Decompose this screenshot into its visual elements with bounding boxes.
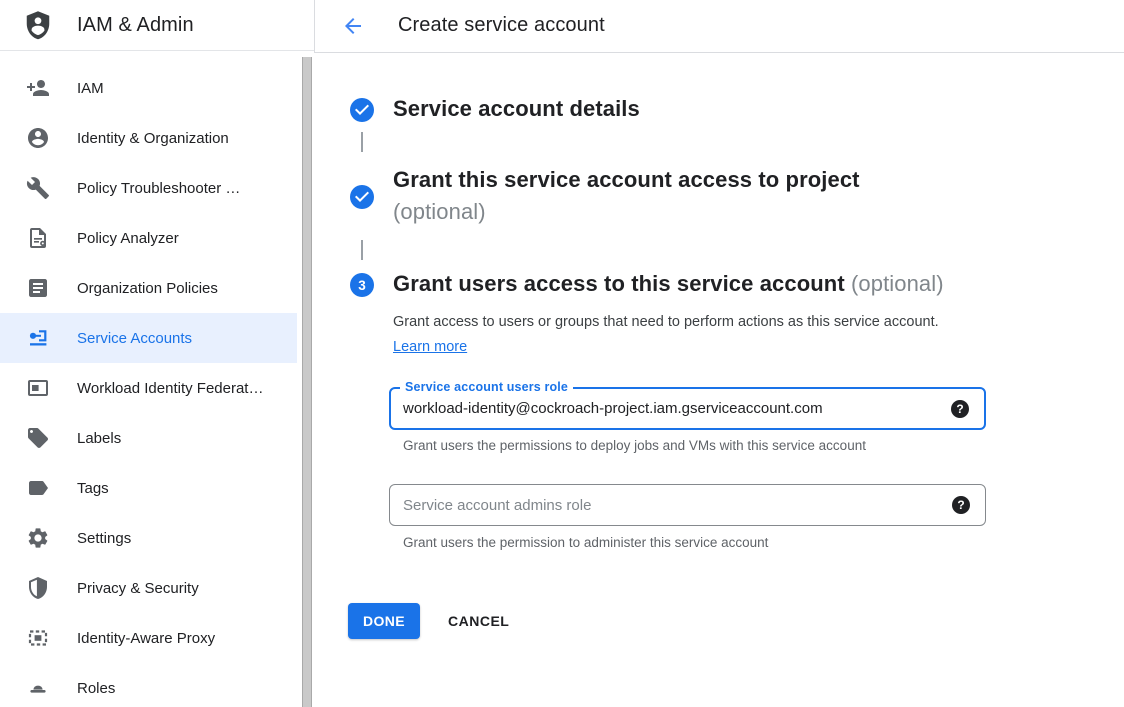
- learn-more-link[interactable]: Learn more: [393, 339, 467, 355]
- admins-role-input[interactable]: [390, 485, 985, 525]
- sidebar-header: IAM & Admin: [0, 0, 314, 51]
- sidebar-item-roles[interactable]: Roles: [0, 663, 297, 707]
- sidebar: IAM & Admin IAM Identity & Organization …: [0, 0, 314, 707]
- sidebar-item-label: Service Accounts: [77, 330, 192, 347]
- arrow-back-icon: [341, 14, 365, 38]
- admins-role-field: ?: [389, 484, 986, 526]
- main-content: Create service account Service account d…: [315, 0, 1124, 707]
- back-button[interactable]: [340, 13, 366, 39]
- description-text: Grant access to users or groups that nee…: [393, 314, 939, 330]
- sidebar-item-iam[interactable]: IAM: [0, 63, 297, 113]
- step-2-check-icon: [350, 185, 374, 209]
- sidebar-scrollbar-thumb[interactable]: [302, 57, 312, 707]
- article-icon: [26, 276, 50, 300]
- step-3-title-text: Grant users access to this service accou…: [393, 271, 845, 296]
- sidebar-item-workload-identity-federation[interactable]: Workload Identity Federat…: [0, 363, 297, 413]
- sidebar-item-label: Privacy & Security: [77, 580, 199, 597]
- sidebar-item-policy-analyzer[interactable]: Policy Analyzer: [0, 213, 297, 263]
- account-circle-icon: [26, 126, 50, 150]
- sidebar-item-label: Settings: [77, 530, 131, 547]
- users-role-input[interactable]: [391, 389, 984, 428]
- sidebar-item-label: Identity & Organization: [77, 130, 229, 147]
- sidebar-item-identity-organization[interactable]: Identity & Organization: [0, 113, 297, 163]
- admins-role-helper-text: Grant users the permission to administer…: [403, 535, 768, 550]
- step-connector: [361, 132, 363, 152]
- users-role-helper-text: Grant users the permissions to deploy jo…: [403, 438, 866, 453]
- tag-arrow-icon: [26, 476, 50, 500]
- step-2-title-text: Grant this service account access to pro…: [393, 167, 860, 192]
- help-icon[interactable]: ?: [951, 400, 969, 418]
- sidebar-item-label: Labels: [77, 430, 121, 447]
- iam-admin-console: IAM & Admin IAM Identity & Organization …: [0, 0, 1124, 707]
- proxy-frame-icon: [26, 626, 50, 650]
- sidebar-item-settings[interactable]: Settings: [0, 513, 297, 563]
- sidebar-item-organization-policies[interactable]: Organization Policies: [0, 263, 297, 313]
- sidebar-nav: IAM Identity & Organization Policy Troub…: [0, 63, 302, 707]
- sidebar-item-service-accounts[interactable]: Service Accounts: [0, 313, 297, 363]
- hat-icon: [26, 676, 50, 700]
- step-3-optional-label: (optional): [851, 271, 944, 296]
- users-role-field-label: Service account users role: [400, 380, 573, 394]
- step-connector: [361, 240, 363, 260]
- users-role-field: Service account users role ?: [389, 387, 986, 430]
- sidebar-item-label: IAM: [77, 80, 104, 97]
- card-icon: [26, 376, 50, 400]
- sidebar-item-label: Policy Analyzer: [77, 230, 179, 247]
- label-tag-icon: [26, 426, 50, 450]
- person-add-icon: [26, 76, 50, 100]
- document-gear-icon: [26, 226, 50, 250]
- help-icon[interactable]: ?: [952, 496, 970, 514]
- step-3-number-badge: 3: [350, 273, 374, 297]
- sidebar-item-tags[interactable]: Tags: [0, 463, 297, 513]
- done-button[interactable]: DONE: [348, 603, 420, 639]
- sidebar-item-label: Identity-Aware Proxy: [77, 630, 215, 647]
- step-3-description: Grant access to users or groups that nee…: [393, 310, 958, 360]
- page-header: Create service account: [315, 0, 1124, 53]
- sidebar-item-label: Roles: [77, 680, 115, 697]
- sidebar-item-label: Tags: [77, 480, 109, 497]
- sidebar-item-label: Organization Policies: [77, 280, 218, 297]
- wrench-icon: [26, 176, 50, 200]
- product-title: IAM & Admin: [77, 14, 194, 37]
- step-1-check-icon: [350, 98, 374, 122]
- sidebar-item-identity-aware-proxy[interactable]: Identity-Aware Proxy: [0, 613, 297, 663]
- cancel-button[interactable]: CANCEL: [448, 603, 509, 639]
- step-2-optional-label: (optional): [393, 199, 860, 225]
- iam-admin-shield-logo-icon: [23, 8, 53, 42]
- service-account-key-icon: [26, 326, 50, 350]
- sidebar-item-label: Workload Identity Federat…: [77, 380, 263, 397]
- shield-icon: [26, 576, 50, 600]
- sidebar-item-policy-troubleshooter[interactable]: Policy Troubleshooter …: [0, 163, 297, 213]
- step-1-title: Service account details: [393, 96, 640, 122]
- sidebar-item-privacy-security[interactable]: Privacy & Security: [0, 563, 297, 613]
- sidebar-item-labels[interactable]: Labels: [0, 413, 297, 463]
- step-2-title: Grant this service account access to pro…: [393, 167, 860, 225]
- gear-icon: [26, 526, 50, 550]
- page-title: Create service account: [398, 14, 605, 37]
- step-3-title: Grant users access to this service accou…: [393, 271, 944, 297]
- sidebar-item-label: Policy Troubleshooter …: [77, 180, 240, 197]
